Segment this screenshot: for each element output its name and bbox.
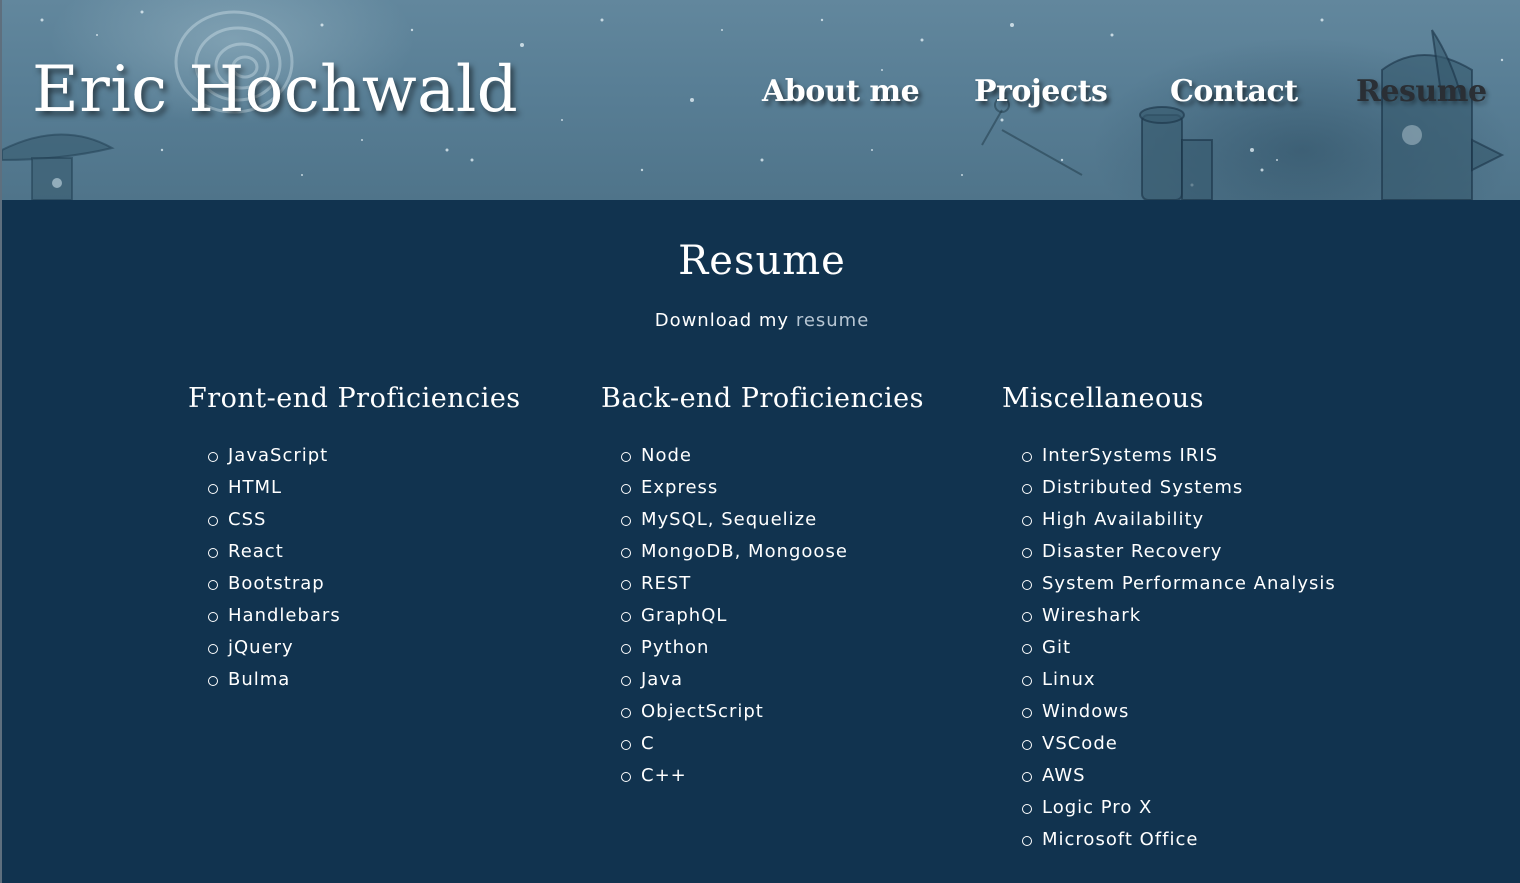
- list-item: AWS: [1022, 760, 1336, 792]
- list-item: MySQL, Sequelize: [621, 504, 924, 536]
- list-item: High Availability: [1022, 504, 1336, 536]
- list-item: C++: [621, 760, 924, 792]
- list-item: REST: [621, 568, 924, 600]
- back-end-list: Node Express MySQL, Sequelize MongoDB, M…: [601, 440, 924, 792]
- list-item: ObjectScript: [621, 696, 924, 728]
- list-item: Git: [1022, 632, 1336, 664]
- nav-resume[interactable]: Resume: [1356, 70, 1487, 114]
- list-item: Wireshark: [1022, 600, 1336, 632]
- list-item: Microsoft Office: [1022, 824, 1336, 856]
- nav-about-me[interactable]: About me: [762, 70, 920, 114]
- list-item: Distributed Systems: [1022, 472, 1336, 504]
- site-title[interactable]: Eric Hochwald: [32, 48, 518, 132]
- miscellaneous-heading: Miscellaneous: [1002, 383, 1204, 414]
- nav-projects[interactable]: Projects: [974, 70, 1108, 114]
- list-item: Bootstrap: [208, 568, 521, 600]
- front-end-section: Front-end Proficiencies JavaScript HTML …: [188, 378, 521, 696]
- list-item: GraphQL: [621, 600, 924, 632]
- list-item: MongoDB, Mongoose: [621, 536, 924, 568]
- miscellaneous-list: InterSystems IRIS Distributed Systems Hi…: [1002, 440, 1336, 856]
- list-item: Handlebars: [208, 600, 521, 632]
- list-item: Logic Pro X: [1022, 792, 1336, 824]
- list-item: VSCode: [1022, 728, 1336, 760]
- list-item: C: [621, 728, 924, 760]
- site-header: Eric Hochwald About me Projects Contact …: [2, 0, 1520, 200]
- download-line: Download my resume: [2, 308, 1520, 334]
- list-item: React: [208, 536, 521, 568]
- miscellaneous-section: Miscellaneous InterSystems IRIS Distribu…: [1002, 378, 1336, 856]
- list-item: CSS: [208, 504, 521, 536]
- list-item: Python: [621, 632, 924, 664]
- download-prefix: Download my: [654, 310, 796, 331]
- list-item: System Performance Analysis: [1022, 568, 1336, 600]
- list-item: Node: [621, 440, 924, 472]
- page: Eric Hochwald About me Projects Contact …: [0, 0, 1520, 883]
- nav-contact[interactable]: Contact: [1170, 70, 1298, 114]
- page-title: Resume: [678, 238, 846, 284]
- list-item: Express: [621, 472, 924, 504]
- back-end-section: Back-end Proficiencies Node Express MySQ…: [601, 378, 924, 792]
- list-item: Windows: [1022, 696, 1336, 728]
- list-item: Java: [621, 664, 924, 696]
- back-end-heading: Back-end Proficiencies: [601, 383, 924, 414]
- list-item: HTML: [208, 472, 521, 504]
- list-item: Disaster Recovery: [1022, 536, 1336, 568]
- list-item: Linux: [1022, 664, 1336, 696]
- list-item: Bulma: [208, 664, 521, 696]
- list-item: InterSystems IRIS: [1022, 440, 1336, 472]
- front-end-list: JavaScript HTML CSS React Bootstrap Hand…: [188, 440, 521, 696]
- resume-download-link[interactable]: resume: [796, 310, 869, 331]
- front-end-heading: Front-end Proficiencies: [188, 383, 521, 414]
- list-item: jQuery: [208, 632, 521, 664]
- list-item: JavaScript: [208, 440, 521, 472]
